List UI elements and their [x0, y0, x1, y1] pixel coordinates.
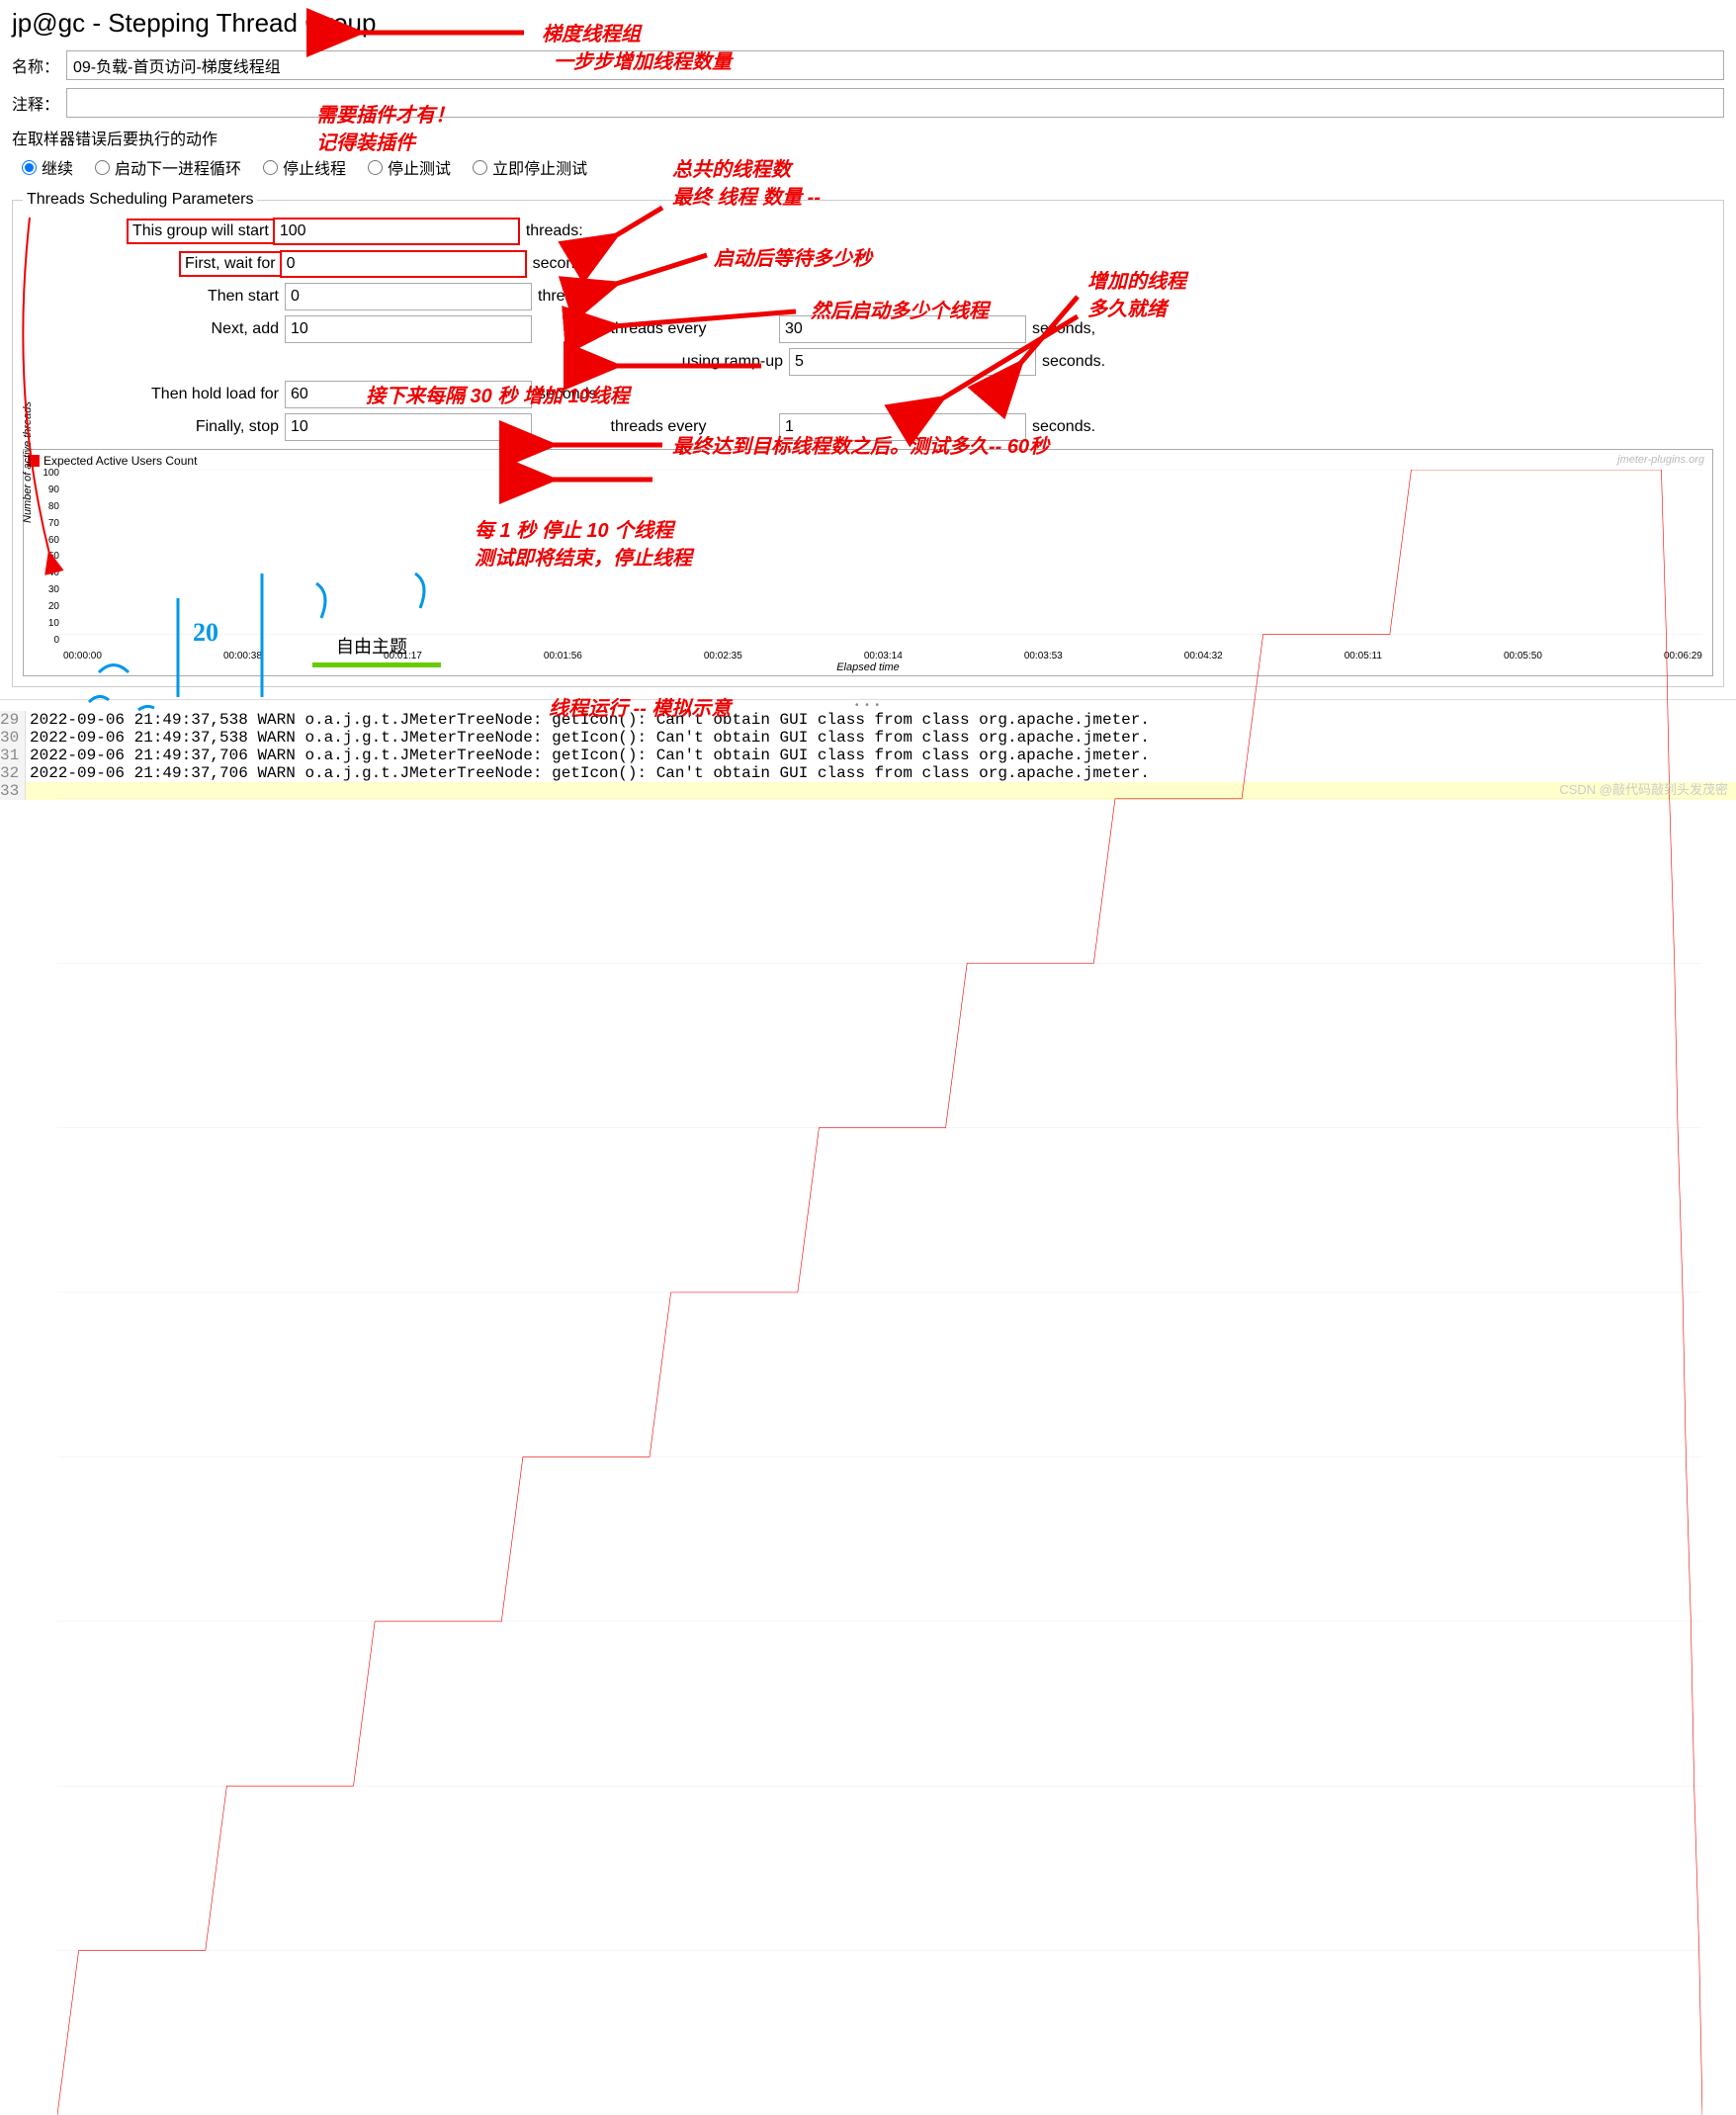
comment-label: 注释：: [12, 91, 66, 115]
radio-stop-test[interactable]: 停止测试: [368, 155, 451, 179]
ramp-input[interactable]: [789, 348, 1036, 376]
chart-watermark: jmeter-plugins.org: [1617, 454, 1704, 466]
scheduling-fieldset: Threads Scheduling Parameters This group…: [12, 191, 1724, 687]
start-label: This group will start: [129, 220, 273, 242]
chart-legend: Expected Active Users Count: [28, 454, 197, 468]
name-label: 名称：: [12, 53, 66, 77]
green-underline: [312, 662, 441, 667]
add-every-input[interactable]: [779, 315, 1026, 343]
hold-suffix: seconds.: [532, 386, 660, 403]
add-label: Next, add: [23, 320, 285, 338]
add-input[interactable]: [285, 315, 532, 343]
hold-label: Then hold load for: [23, 386, 285, 403]
start-input[interactable]: [273, 218, 520, 245]
page-title: jp@gc - Stepping Thread Group: [12, 8, 1724, 39]
chart-area: Expected Active Users Count jmeter-plugi…: [23, 449, 1713, 676]
stop-every-input[interactable]: [779, 413, 1026, 441]
stop-suffix: seconds.: [1026, 418, 1155, 436]
wait-suffix: seconds;: [527, 255, 655, 273]
y-ticks: 1009080706050403020100: [40, 468, 59, 646]
ramp-suffix: seconds.: [1036, 353, 1165, 371]
csdn-watermark: CSDN @敲代码敲到头发茂密: [1559, 779, 1728, 798]
then-input[interactable]: [285, 283, 532, 310]
start-suffix: threads:: [520, 222, 649, 240]
hold-input[interactable]: [285, 381, 532, 408]
name-input[interactable]: [66, 50, 1724, 80]
error-action-radios: 继续 启动下一进程循环 停止线程 停止测试 立即停止测试: [12, 155, 1724, 179]
radio-stop-thread[interactable]: 停止线程: [263, 155, 346, 179]
add-suffix: seconds,: [1026, 320, 1155, 338]
ramp-label: using ramp-up: [23, 353, 789, 371]
y-axis-label: Number of active threads: [22, 401, 34, 523]
stop-input[interactable]: [285, 413, 532, 441]
radio-stop-now[interactable]: 立即停止测试: [473, 155, 587, 179]
error-action-label: 在取样器错误后要执行的动作: [12, 126, 1724, 149]
then-label: Then start: [23, 288, 285, 306]
stop-mid: threads every: [532, 418, 779, 436]
stop-label: Finally, stop: [23, 418, 285, 436]
radio-next-loop[interactable]: 启动下一进程循环: [95, 155, 241, 179]
wait-label: First, wait for: [181, 253, 280, 275]
radio-continue[interactable]: 继续: [22, 155, 73, 179]
fieldset-legend: Threads Scheduling Parameters: [23, 191, 257, 209]
then-suffix: threads;: [532, 288, 660, 306]
wait-input[interactable]: [280, 250, 527, 278]
add-mid: threads every: [532, 320, 779, 338]
comment-input[interactable]: [66, 88, 1724, 118]
chart-svg: [57, 470, 1702, 2115]
